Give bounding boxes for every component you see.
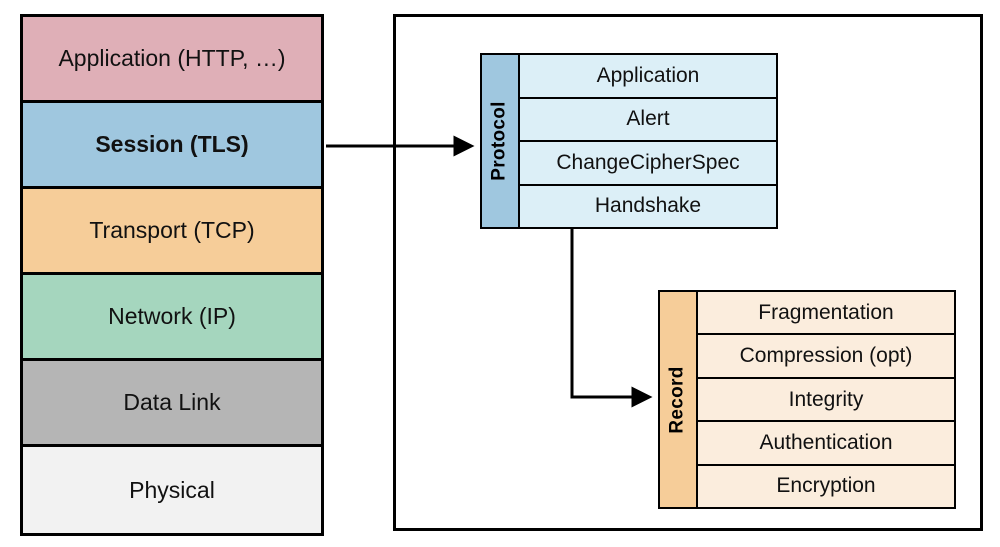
layer-session-tls: Session (TLS)	[23, 103, 321, 189]
protocol-items: Application Alert ChangeCipherSpec Hands…	[520, 53, 778, 229]
record-item-authentication: Authentication	[698, 422, 956, 465]
protocol-item-changecipherspec: ChangeCipherSpec	[520, 142, 778, 186]
layer-network: Network (IP)	[23, 275, 321, 361]
protocol-item-handshake: Handshake	[520, 186, 778, 230]
tls-detail-panel: Protocol Application Alert ChangeCipherS…	[393, 14, 983, 531]
record-item-fragmentation: Fragmentation	[698, 290, 956, 335]
layer-transport: Transport (TCP)	[23, 189, 321, 275]
record-item-compression: Compression (opt)	[698, 335, 956, 378]
record-group: Record Fragmentation Compression (opt) I…	[658, 290, 956, 509]
protocol-group: Protocol Application Alert ChangeCipherS…	[480, 53, 778, 229]
protocol-item-application: Application	[520, 53, 778, 99]
layer-physical: Physical	[23, 447, 321, 533]
network-layer-stack: Application (HTTP, …) Session (TLS) Tran…	[20, 14, 324, 536]
protocol-item-alert: Alert	[520, 99, 778, 143]
record-item-encryption: Encryption	[698, 466, 956, 509]
layer-datalink: Data Link	[23, 361, 321, 447]
diagram-canvas: Application (HTTP, …) Session (TLS) Tran…	[0, 0, 1000, 547]
record-item-integrity: Integrity	[698, 379, 956, 422]
layer-application: Application (HTTP, …)	[23, 17, 321, 103]
record-label-text: Record	[667, 366, 689, 433]
record-items: Fragmentation Compression (opt) Integrit…	[698, 290, 956, 509]
protocol-sidebar-label: Protocol	[480, 53, 520, 229]
record-sidebar-label: Record	[658, 290, 698, 509]
protocol-label-text: Protocol	[489, 101, 511, 180]
